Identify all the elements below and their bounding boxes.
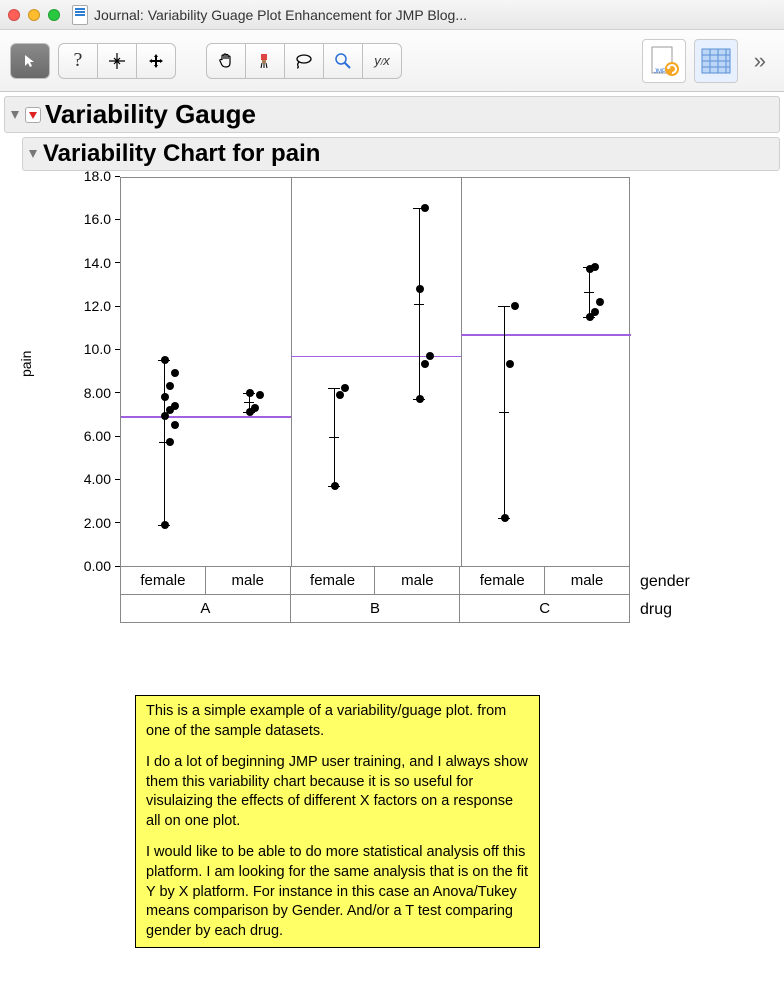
data-point[interactable] [251, 404, 259, 412]
data-table-icon[interactable] [694, 39, 738, 83]
note-paragraph: I would like to be able to do more stati… [146, 843, 529, 941]
x-factor-label-drug: drug [640, 601, 672, 619]
data-point[interactable] [161, 521, 169, 529]
data-point[interactable] [161, 356, 169, 364]
data-point[interactable] [506, 360, 514, 368]
svg-text:JMP: JMP [654, 69, 666, 75]
zoom-window-button[interactable] [48, 9, 60, 21]
jmp-home-icon[interactable]: JMP [642, 39, 686, 83]
magnifier-icon [334, 52, 352, 70]
toolbar: ? y/x JMP » [0, 30, 784, 92]
data-point[interactable] [501, 514, 509, 522]
window-controls [8, 9, 60, 21]
titlebar: Journal: Variability Guage Plot Enhancem… [0, 0, 784, 30]
data-point[interactable] [166, 382, 174, 390]
note-paragraph: This is a simple example of a variabilit… [146, 702, 529, 741]
x-cell-gender: female [291, 567, 376, 594]
section-variability-gauge[interactable]: Variability Gauge [4, 96, 780, 133]
x-cell-gender: male [375, 567, 460, 594]
x-cell-drug: A [121, 595, 291, 622]
section-title: Variability Gauge [45, 99, 256, 130]
data-point[interactable] [171, 421, 179, 429]
crosshair-tool-button[interactable] [97, 43, 137, 79]
chart-area: pain 0.002.004.006.008.0010.012.014.016.… [60, 177, 784, 597]
content-area: Variability Gauge Variability Chart for … [0, 96, 784, 597]
data-point[interactable] [166, 438, 174, 446]
data-point[interactable] [421, 204, 429, 212]
close-window-button[interactable] [8, 9, 20, 21]
lasso-tool-button[interactable] [284, 43, 324, 79]
data-point[interactable] [416, 285, 424, 293]
x-factor-label-gender: gender [640, 573, 690, 591]
x-row-gender: femalemalefemalemalefemalemale [120, 567, 630, 595]
x-cell-drug: C [460, 595, 629, 622]
document-icon [72, 5, 88, 25]
red-triangle-menu[interactable] [25, 107, 41, 123]
data-point[interactable] [171, 369, 179, 377]
minimize-window-button[interactable] [28, 9, 40, 21]
y-axis-label: pain [18, 351, 34, 377]
move-tool-button[interactable] [136, 43, 176, 79]
x-cell-gender: male [206, 567, 291, 594]
lasso-icon [294, 52, 314, 70]
data-point[interactable] [331, 482, 339, 490]
data-point[interactable] [246, 389, 254, 397]
disclosure-triangle-icon[interactable] [27, 148, 39, 160]
data-point[interactable] [341, 384, 349, 392]
move-icon [147, 52, 165, 70]
section-variability-chart[interactable]: Variability Chart for pain [22, 137, 780, 171]
x-cell-gender: female [121, 567, 206, 594]
zoom-tool-button[interactable] [323, 43, 363, 79]
overflow-button[interactable]: » [746, 48, 774, 74]
disclosure-triangle-icon[interactable] [9, 109, 21, 121]
yx-tool-button[interactable]: y/x [362, 43, 402, 79]
data-point[interactable] [511, 302, 519, 310]
annotation-note[interactable]: This is a simple example of a variabilit… [135, 695, 540, 948]
yx-icon: y/x [374, 53, 390, 68]
variability-plot[interactable]: 0.002.004.006.008.0010.012.014.016.018.0… [60, 177, 660, 597]
data-point[interactable] [171, 402, 179, 410]
data-point[interactable] [421, 360, 429, 368]
data-point[interactable] [161, 393, 169, 401]
data-point[interactable] [256, 391, 264, 399]
arrow-tool-button[interactable] [10, 43, 50, 79]
section-subtitle: Variability Chart for pain [43, 140, 320, 168]
y-axis-ticks: 0.002.004.006.008.0010.012.014.016.018.0 [60, 177, 120, 567]
x-axis-strip: femalemalefemalemalefemalemale ABC [120, 567, 630, 623]
help-tool-button[interactable]: ? [58, 43, 98, 79]
window-title: Journal: Variability Guage Plot Enhancem… [94, 7, 776, 23]
data-point[interactable] [596, 298, 604, 306]
hand-tool-button[interactable] [206, 43, 246, 79]
x-row-drug: ABC [120, 595, 630, 623]
plot-body[interactable] [120, 177, 630, 567]
data-point[interactable] [426, 352, 434, 360]
data-point[interactable] [416, 395, 424, 403]
brush-icon [256, 52, 274, 70]
crosshair-icon [108, 52, 126, 70]
x-cell-drug: B [291, 595, 461, 622]
note-paragraph: I do a lot of beginning JMP user trainin… [146, 753, 529, 831]
brush-tool-button[interactable] [245, 43, 285, 79]
help-icon: ? [74, 49, 83, 72]
data-point[interactable] [591, 263, 599, 271]
data-point[interactable] [591, 308, 599, 316]
hand-icon [216, 51, 236, 71]
x-cell-gender: male [545, 567, 629, 594]
x-cell-gender: female [460, 567, 545, 594]
